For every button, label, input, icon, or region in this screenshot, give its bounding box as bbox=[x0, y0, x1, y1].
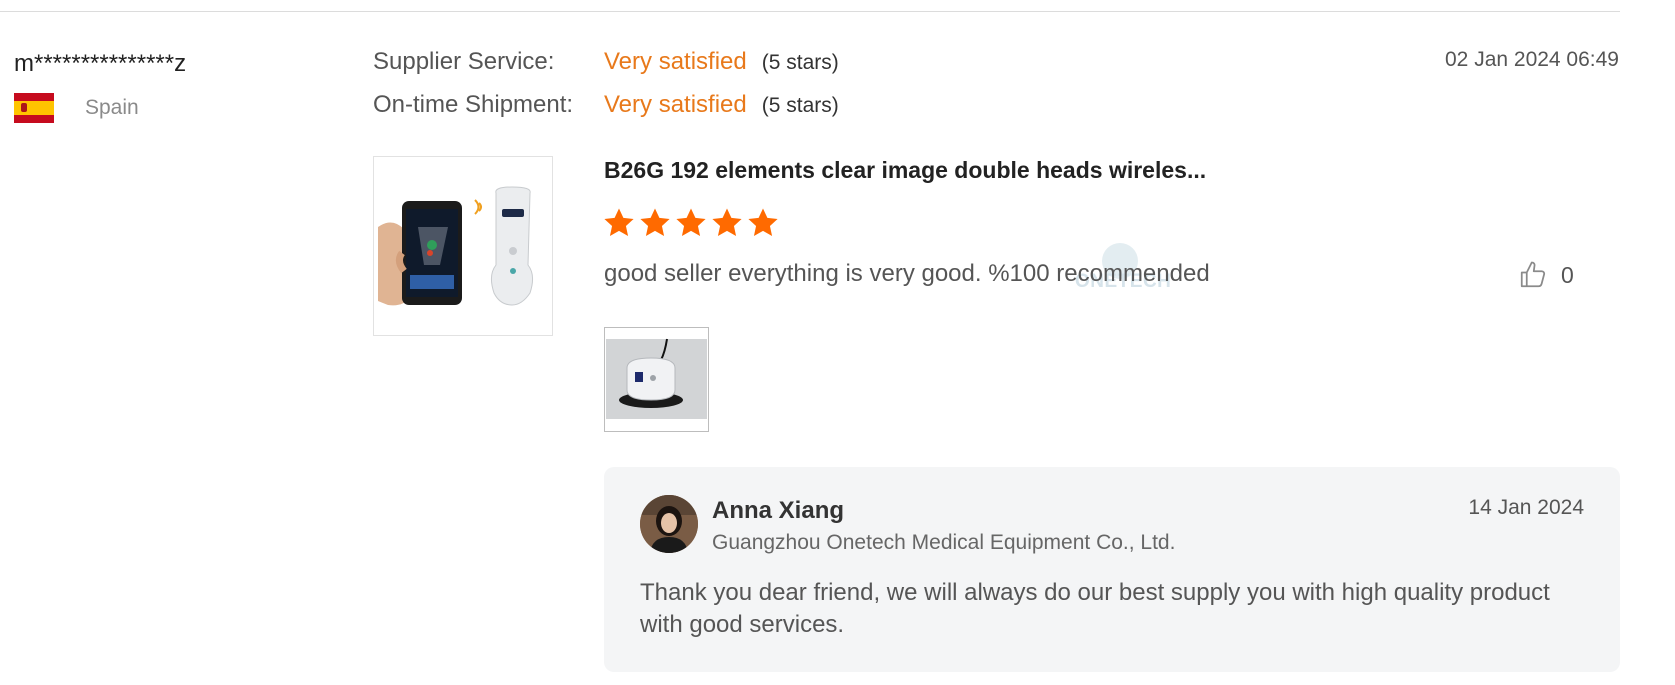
rating-stars-text: (5 stars) bbox=[761, 94, 839, 117]
like-count: 0 bbox=[1561, 261, 1574, 288]
product-thumbnail[interactable] bbox=[373, 156, 553, 336]
reply-text: Thank you dear friend, we will always do… bbox=[640, 579, 1550, 638]
country-name: Spain bbox=[85, 96, 139, 119]
review-date: 02 Jan 2024 06:49 bbox=[1445, 48, 1619, 71]
rating-value: Very satisfied bbox=[604, 48, 747, 75]
rating-label: Supplier Service: bbox=[373, 48, 555, 75]
rating-supplier-service: Supplier Service: Very satisfied (5 star… bbox=[373, 48, 839, 76]
seller-reply: Anna Xiang Guangzhou Onetech Medical Equ… bbox=[604, 467, 1620, 672]
rating-stars-text: (5 stars) bbox=[761, 51, 839, 74]
spain-flag-icon bbox=[14, 93, 54, 123]
thumbs-up-icon bbox=[1520, 261, 1546, 288]
review-text: good seller everything is very good. %10… bbox=[604, 260, 1210, 287]
star-icon bbox=[712, 208, 742, 237]
reviewer-country: Spain bbox=[14, 93, 139, 123]
reply-author-name: Anna Xiang bbox=[712, 497, 845, 524]
reply-company: Guangzhou Onetech Medical Equipment Co.,… bbox=[712, 531, 1176, 554]
star-icon bbox=[748, 208, 778, 237]
star-icon bbox=[604, 208, 634, 237]
review-photo[interactable] bbox=[604, 327, 709, 432]
reviewer-username: m***************z bbox=[14, 50, 187, 77]
review-photo-image bbox=[606, 338, 707, 419]
star-rating bbox=[602, 206, 782, 240]
rating-ontime-shipment: On-time Shipment: Very satisfied (5 star… bbox=[373, 91, 839, 119]
avatar bbox=[640, 495, 698, 553]
star-icon bbox=[640, 208, 670, 237]
rating-label: On-time Shipment: bbox=[373, 91, 574, 118]
avatar-image bbox=[640, 495, 698, 553]
product-image bbox=[374, 157, 552, 335]
product-title[interactable]: B26G 192 elements clear image double hea… bbox=[604, 157, 1206, 184]
star-icon bbox=[676, 208, 706, 237]
reply-date: 14 Jan 2024 bbox=[1468, 496, 1584, 519]
top-divider bbox=[0, 11, 1620, 12]
like-button[interactable]: 0 bbox=[1518, 260, 1574, 290]
rating-value: Very satisfied bbox=[604, 91, 747, 118]
